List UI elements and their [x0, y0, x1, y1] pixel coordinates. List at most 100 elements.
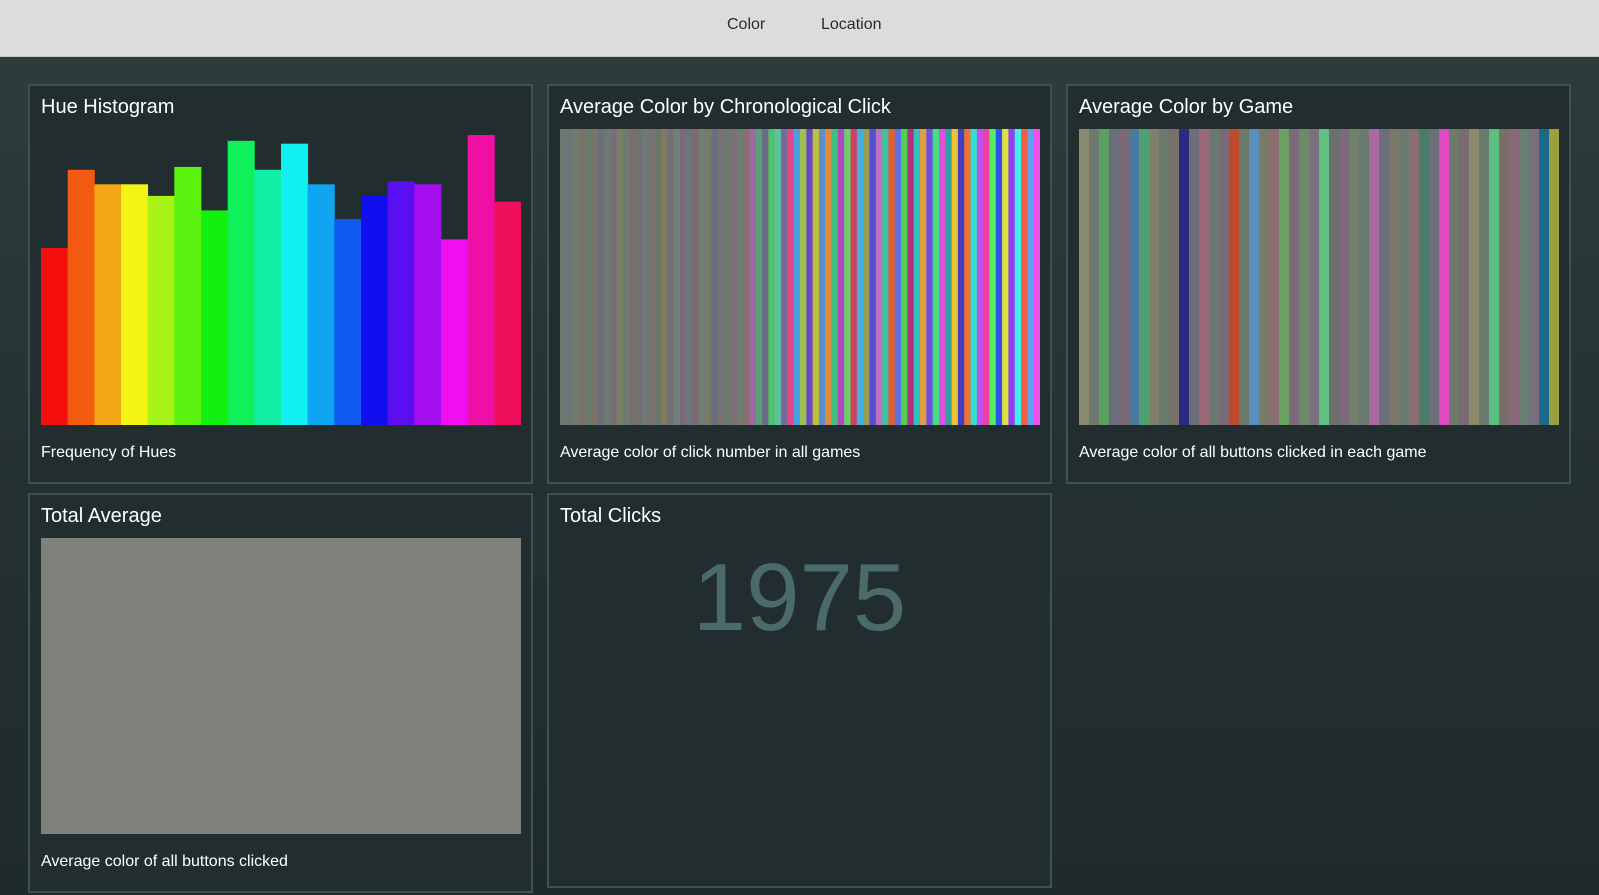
game-color-stripe — [1199, 129, 1210, 425]
game-color-stripe — [1299, 129, 1310, 425]
click-color-stripe — [945, 129, 952, 425]
by-game-chart — [1079, 129, 1559, 425]
game-color-stripe — [1509, 129, 1520, 425]
game-color-stripe — [1109, 129, 1120, 425]
game-color-stripe — [1129, 129, 1140, 425]
click-color-stripe — [875, 129, 883, 425]
total-clicks-title: Total Clicks — [560, 505, 662, 527]
game-color-stripe — [1139, 129, 1150, 425]
click-color-stripe — [913, 129, 921, 425]
hue-bar — [41, 248, 69, 425]
click-color-stripe — [623, 129, 630, 425]
total-clicks-panel: Total Clicks 1975 — [547, 493, 1052, 888]
game-color-stripe — [1469, 129, 1480, 425]
total-average-panel: Total Average Average color of all butto… — [28, 493, 533, 893]
click-color-stripe — [894, 129, 902, 425]
game-color-stripe — [1079, 129, 1090, 425]
game-color-stripe — [1209, 129, 1220, 425]
game-color-stripe — [1409, 129, 1420, 425]
hue-histogram-svg — [41, 135, 521, 425]
click-color-stripe — [762, 129, 769, 425]
game-color-stripe — [1429, 129, 1440, 425]
nav-color-link[interactable]: Color — [727, 16, 765, 34]
hue-bar — [387, 181, 415, 425]
hue-histogram-panel: Hue Histogram Frequency of Hues — [28, 84, 533, 484]
click-color-stripe — [578, 129, 586, 425]
click-color-stripe — [642, 129, 649, 425]
chronological-svg — [560, 129, 1040, 425]
click-color-stripe — [635, 129, 643, 425]
hue-bar — [174, 166, 202, 425]
click-color-stripe — [831, 129, 839, 425]
click-color-stripe — [736, 129, 744, 425]
click-color-stripe — [768, 129, 776, 425]
click-color-stripe — [673, 129, 681, 425]
click-color-stripe — [888, 129, 896, 425]
click-color-stripe — [667, 129, 675, 425]
click-color-stripe — [572, 129, 580, 425]
click-color-stripe — [844, 129, 851, 425]
game-color-stripe — [1179, 129, 1190, 425]
click-color-stripe — [755, 129, 763, 425]
click-color-stripe — [749, 129, 757, 425]
click-color-stripe — [705, 129, 712, 425]
click-color-stripe — [585, 129, 592, 425]
game-color-stripe — [1339, 129, 1350, 425]
hue-bar — [281, 143, 309, 425]
click-color-stripe — [926, 129, 934, 425]
nav-location-link[interactable]: Location — [821, 16, 882, 34]
hue-bar — [201, 210, 229, 425]
game-color-stripe — [1239, 129, 1250, 425]
click-color-stripe — [920, 129, 927, 425]
by-game-title: Average Color by Game — [1079, 96, 1294, 118]
click-color-stripe — [869, 129, 877, 425]
hue-bar — [467, 135, 495, 425]
click-color-stripe — [818, 129, 826, 425]
click-color-stripe — [964, 129, 971, 425]
game-color-stripe — [1329, 129, 1340, 425]
by-game-svg — [1079, 129, 1559, 425]
click-color-stripe — [597, 129, 605, 425]
total-average-title: Total Average — [41, 505, 162, 527]
chronological-panel: Average Color by Chronological Click Ave… — [547, 84, 1052, 484]
game-color-stripe — [1229, 129, 1240, 425]
click-color-stripe — [787, 129, 795, 425]
by-game-caption: Average color of all buttons clicked in … — [1079, 444, 1427, 461]
game-color-stripe — [1369, 129, 1380, 425]
hue-bar — [414, 184, 442, 425]
game-color-stripe — [1479, 129, 1490, 425]
game-color-stripe — [1489, 129, 1500, 425]
game-color-stripe — [1189, 129, 1200, 425]
click-color-stripe — [711, 129, 719, 425]
click-color-stripe — [560, 129, 567, 425]
game-color-stripe — [1549, 129, 1559, 425]
game-color-stripe — [1269, 129, 1280, 425]
click-color-stripe — [698, 129, 706, 425]
hue-histogram-title: Hue Histogram — [41, 96, 175, 118]
game-color-stripe — [1289, 129, 1300, 425]
chronological-chart — [560, 129, 1040, 425]
hue-bar — [67, 169, 95, 425]
click-color-stripe — [882, 129, 889, 425]
game-color-stripe — [1459, 129, 1470, 425]
game-color-stripe — [1149, 129, 1160, 425]
click-color-stripe — [976, 129, 984, 425]
click-color-stripe — [989, 129, 997, 425]
game-color-stripe — [1159, 129, 1170, 425]
hue-bar — [361, 195, 389, 425]
click-color-stripe — [654, 129, 662, 425]
total-average-caption: Average color of all buttons clicked — [41, 853, 288, 870]
hue-bar — [494, 201, 521, 425]
click-color-stripe — [730, 129, 738, 425]
click-color-stripe — [800, 129, 807, 425]
game-color-stripe — [1319, 129, 1330, 425]
click-color-stripe — [680, 129, 687, 425]
game-color-stripe — [1389, 129, 1400, 425]
click-color-stripe — [970, 129, 978, 425]
click-color-stripe — [781, 129, 788, 425]
game-color-stripe — [1119, 129, 1130, 425]
click-color-stripe — [1027, 129, 1035, 425]
click-color-stripe — [812, 129, 820, 425]
click-color-stripe — [957, 129, 965, 425]
click-color-stripe — [837, 129, 845, 425]
